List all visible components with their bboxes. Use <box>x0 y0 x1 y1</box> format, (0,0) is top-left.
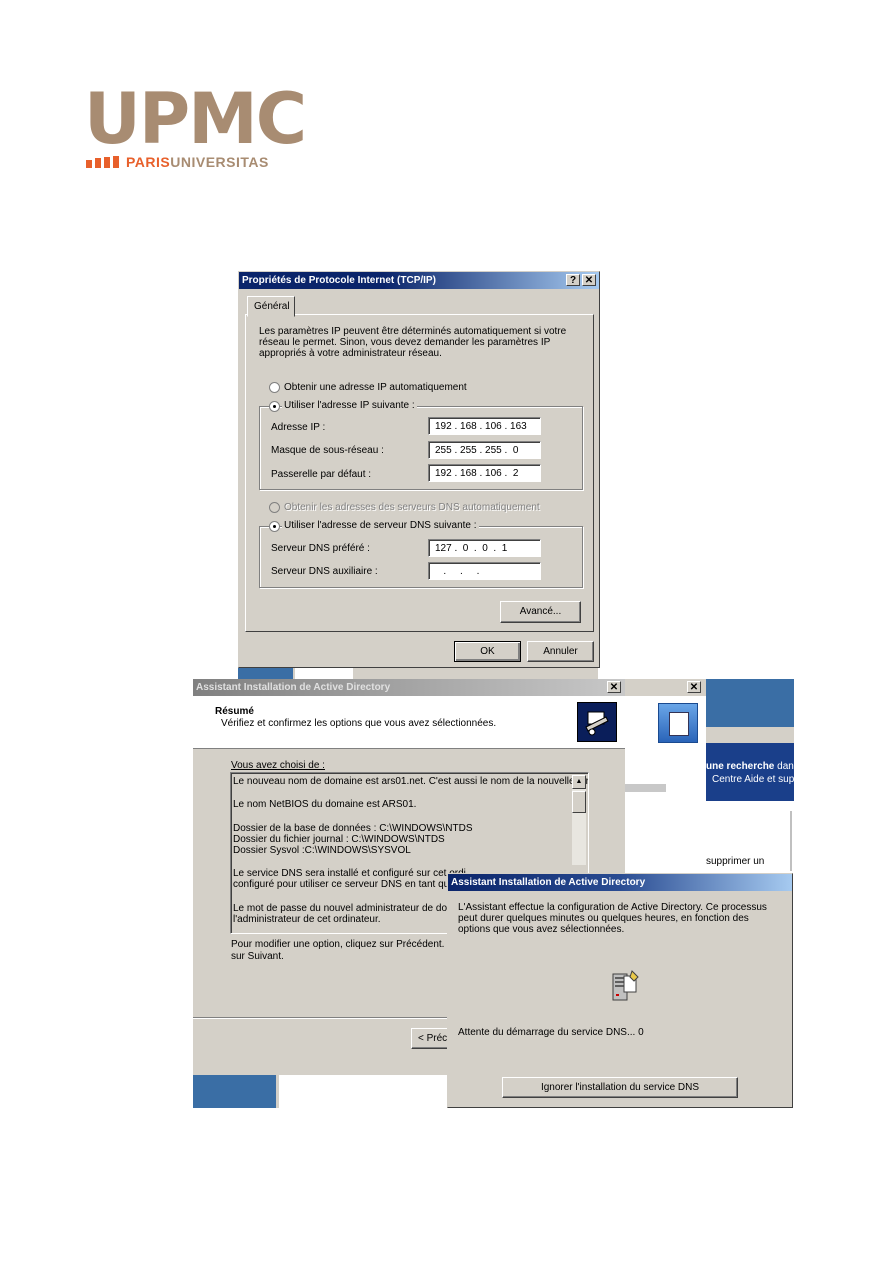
wizard-logo-icon <box>577 702 617 742</box>
ok-button[interactable]: OK <box>454 641 521 662</box>
radio-static-ip-label: Utiliser l'adresse IP suivante : <box>282 400 417 411</box>
search-link[interactable]: une recherche <box>706 761 774 772</box>
summary-line: l'administrateur de cet ordinateur. <box>233 914 381 925</box>
logo-bars-icon <box>86 156 122 168</box>
radio-static-dns[interactable] <box>269 521 280 532</box>
cancel-button[interactable]: Annuler <box>527 641 594 662</box>
radio-static-ip[interactable] <box>269 401 280 412</box>
logo-letters: UPMC <box>84 78 307 160</box>
alternate-dns-field[interactable]: . . . <box>428 562 541 580</box>
gateway-label: Passerelle par défaut : <box>271 469 372 480</box>
ad-wizard-titlebar: Assistant Installation de Active Directo… <box>193 679 625 696</box>
background-close-button[interactable]: ✕ <box>687 681 701 693</box>
alternate-dns-label: Serveur DNS auxiliaire : <box>271 566 378 577</box>
ad-progress-dialog: Assistant Installation de Active Directo… <box>447 873 793 1108</box>
background-window: ✕ une recherche dan Centre Aide et supp … <box>624 679 800 874</box>
summary-line: Dossier du fichier journal : C:\WINDOWS\… <box>233 834 445 845</box>
tab-general-label: Général <box>254 301 290 312</box>
summary-scrollbar[interactable]: ▲ <box>572 775 586 865</box>
ad-wizard-title: Assistant Installation de Active Directo… <box>196 682 391 693</box>
tcpip-titlebar: Propriétés de Protocole Internet (TCP/IP… <box>239 272 599 289</box>
radio-static-dns-label: Utiliser l'adresse de serveur DNS suivan… <box>282 520 479 531</box>
tab-general[interactable]: Général <box>247 296 295 317</box>
advanced-button[interactable]: Avancé... <box>500 601 581 623</box>
close-button[interactable]: ✕ <box>582 274 596 286</box>
wizard-header-title: Résumé <box>215 706 254 717</box>
progress-status: Attente du démarrage du service DNS... 0 <box>458 1027 644 1038</box>
ip-address-value: 192 . 168 . 106 . 163 <box>435 421 527 432</box>
advanced-button-label: Avancé... <box>519 606 562 617</box>
progress-title: Assistant Installation de Active Directo… <box>451 877 646 888</box>
previous-button-label: < Préc <box>418 1033 448 1044</box>
choice-label: Vous avez choisi de : <box>231 760 325 771</box>
help-center-icon <box>658 703 698 743</box>
summary-line: Dossier Sysvol :C:\WINDOWS\SYSVOL <box>233 845 411 856</box>
gateway-field[interactable]: 192 . 168 . 106 . 2 <box>428 464 541 482</box>
intro-text: Les paramètres IP peuvent être déterminé… <box>259 326 567 359</box>
footer-text-2: sur Suivant. <box>231 951 284 962</box>
summary-line: Dossier de la base de données : C:\WINDO… <box>233 823 473 834</box>
progress-message: L'Assistant effectue la configuration de… <box>458 902 767 935</box>
summary-line: configuré pour utiliser ce serveur DNS e… <box>233 879 469 890</box>
logo-paris: PARIS <box>126 154 171 170</box>
ip-address-field[interactable]: 192 . 168 . 106 . 163 <box>428 417 541 435</box>
radio-auto-dns-label: Obtenir les adresses des serveurs DNS au… <box>284 502 540 513</box>
summary-line: Le nouveau nom de domaine est ars01.net.… <box>233 776 589 787</box>
wizard-header: Résumé Vérifiez et confirmez les options… <box>193 696 625 749</box>
ip-address-label: Adresse IP : <box>271 422 326 433</box>
skip-dns-install-button-label: Ignorer l'installation du service DNS <box>540 1082 700 1093</box>
radio-auto-ip-label: Obtenir une adresse IP automatiquement <box>284 382 467 393</box>
help-center-link[interactable]: Centre Aide et supp <box>712 774 800 785</box>
desktop-strip <box>238 668 598 679</box>
preferred-dns-label: Serveur DNS préféré : <box>271 543 370 554</box>
summary-line: Le service DNS sera installé et configur… <box>233 868 466 879</box>
remove-item[interactable]: supprimer un <box>706 856 764 867</box>
ad-wizard-close-button[interactable]: ✕ <box>607 681 621 693</box>
skip-dns-install-button[interactable]: Ignorer l'installation du service DNS <box>502 1077 738 1098</box>
radio-auto-dns[interactable] <box>269 502 280 513</box>
search-link-tail: dan <box>777 761 794 772</box>
subnet-mask-value: 255 . 255 . 255 . 0 <box>435 445 519 456</box>
preferred-dns-value: 127 . 0 . 0 . 1 <box>435 543 508 554</box>
gateway-value: 192 . 168 . 106 . 2 <box>435 468 519 479</box>
summary-line: Le nom NetBIOS du domaine est ARS01. <box>233 799 417 810</box>
help-button[interactable]: ? <box>566 274 580 286</box>
ok-button-label: OK <box>480 646 495 657</box>
radio-auto-ip[interactable] <box>269 382 280 393</box>
scroll-thumb[interactable] <box>572 791 586 813</box>
cancel-button-label: Annuler <box>543 646 578 657</box>
logo-universitas: UNIVERSITAS <box>170 154 269 170</box>
alternate-dns-value: . . . <box>435 566 488 577</box>
tcpip-properties-dialog: Propriétés de Protocole Internet (TCP/IP… <box>238 271 600 668</box>
wizard-header-subtitle: Vérifiez et confirmez les options que vo… <box>221 718 497 729</box>
tcpip-title: Propriétés de Protocole Internet (TCP/IP… <box>242 275 436 286</box>
preferred-dns-field[interactable]: 127 . 0 . 0 . 1 <box>428 539 541 557</box>
upmc-logo: UPMC PARISUNIVERSITAS <box>84 84 316 176</box>
desktop-bottom <box>193 1075 447 1108</box>
footer-text-1: Pour modifier une option, cliquez sur Pr… <box>231 939 469 950</box>
server-setup-icon <box>610 968 642 1004</box>
scroll-up-arrow-icon[interactable]: ▲ <box>572 775 586 789</box>
subnet-mask-field[interactable]: 255 . 255 . 255 . 0 <box>428 441 541 459</box>
subnet-mask-label: Masque de sous-réseau : <box>271 445 384 456</box>
summary-line: Le mot de passe du nouvel administrateur… <box>233 903 469 914</box>
progress-titlebar: Assistant Installation de Active Directo… <box>448 874 792 891</box>
